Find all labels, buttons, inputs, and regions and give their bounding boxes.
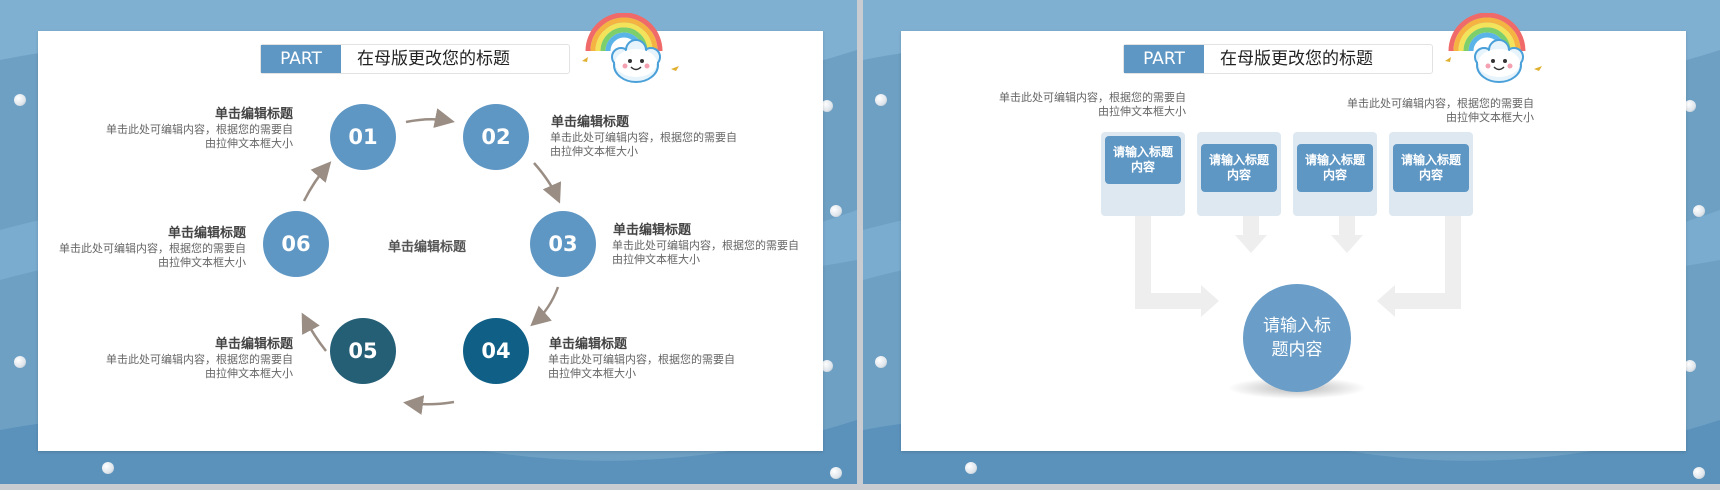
center-label[interactable]: 单击编辑标题 <box>388 236 466 255</box>
step-circle-06: 06 <box>263 211 329 277</box>
bubble-icon <box>875 356 887 368</box>
item-02-title[interactable]: 单击编辑标题 <box>551 111 629 130</box>
item-06-title[interactable]: 单击编辑标题 <box>168 222 246 241</box>
slide-2: PART 在母版更改您的标题 单击此处可编辑内容，根据您的需要自 由拉伸文本框大小 <box>863 0 1720 484</box>
content-card: PART 在母版更改您的标题 01 02 03 04 05 06 单击编辑标题 … <box>38 13 823 451</box>
flow-box-1[interactable]: 请输入标题内容 <box>1105 136 1181 184</box>
bubble-icon <box>875 94 887 106</box>
item-01-title[interactable]: 单击编辑标题 <box>215 103 293 122</box>
item-03-desc[interactable]: 单击此处可编辑内容，根据您的需要自 由拉伸文本框大小 <box>612 239 799 267</box>
bubble-icon <box>1693 467 1705 479</box>
item-01-desc[interactable]: 单击此处可编辑内容，根据您的需要自 由拉伸文本框大小 <box>106 123 293 151</box>
step-circle-01: 01 <box>330 104 396 170</box>
flow-box-3[interactable]: 请输入标题内容 <box>1297 144 1373 192</box>
bubble-icon <box>1693 205 1705 217</box>
content-card: PART 在母版更改您的标题 单击此处可编辑内容，根据您的需要自 由拉伸文本框大小 <box>901 13 1686 451</box>
step-circle-05: 05 <box>330 318 396 384</box>
step-circle-02: 02 <box>463 104 529 170</box>
flow-box-4[interactable]: 请输入标题内容 <box>1393 144 1469 192</box>
item-03-title[interactable]: 单击编辑标题 <box>613 219 691 238</box>
flow-box-2[interactable]: 请输入标题内容 <box>1201 144 1277 192</box>
item-05-desc[interactable]: 单击此处可编辑内容，根据您的需要自 由拉伸文本框大小 <box>106 353 293 381</box>
center-circle[interactable]: 请输入标题内容 <box>1243 284 1351 392</box>
item-06-desc[interactable]: 单击此处可编辑内容，根据您的需要自 由拉伸文本框大小 <box>59 242 246 270</box>
step-circle-04: 04 <box>463 318 529 384</box>
item-04-desc[interactable]: 单击此处可编辑内容，根据您的需要自 由拉伸文本框大小 <box>548 353 735 381</box>
bubble-icon <box>14 94 26 106</box>
bubble-icon <box>830 205 842 217</box>
bubble-icon <box>965 462 977 474</box>
bubble-icon <box>830 467 842 479</box>
slide-1: PART 在母版更改您的标题 01 02 03 04 05 06 单击编辑标题 … <box>0 0 857 484</box>
item-02-desc[interactable]: 单击此处可编辑内容，根据您的需要自 由拉伸文本框大小 <box>550 131 737 159</box>
step-circle-03: 03 <box>530 211 596 277</box>
item-04-title[interactable]: 单击编辑标题 <box>549 333 627 352</box>
bubble-icon <box>102 462 114 474</box>
item-05-title[interactable]: 单击编辑标题 <box>215 333 293 352</box>
bubble-icon <box>14 356 26 368</box>
